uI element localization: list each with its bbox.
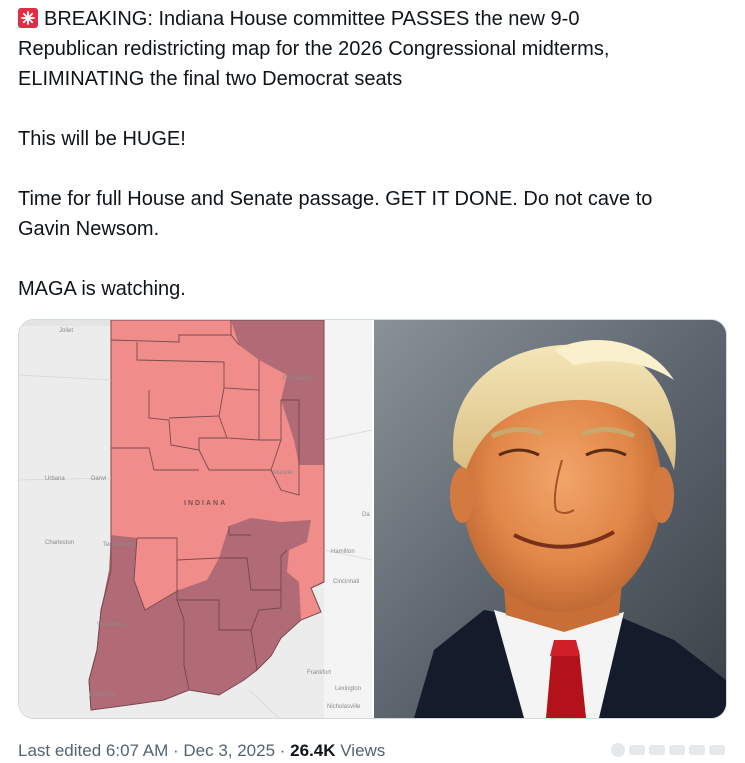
map-label-dayton: Da [362,512,370,518]
tweet-line-2: Republican redistricting map for the 202… [18,38,610,60]
last-edited-timestamp[interactable]: Last edited 6:07 AM · Dec 3, 2025 · [18,741,290,760]
blurred-watermark [611,738,739,762]
map-label-frankfort: Frankfort [307,670,332,676]
portrait-photo[interactable] [374,320,726,718]
tweet-line-1: BREAKING: Indiana House committee PASSES… [44,8,580,30]
tweet-paragraph-2: This will be HUGE! [18,128,186,150]
tweet-paragraph-4: MAGA is watching. [18,278,186,300]
map-label-urbana: Urbana [45,476,65,482]
district-map-graphic [19,320,373,718]
map-label-vincennes: Vincennes [97,622,125,628]
map-label-evansville: Evansville [89,692,117,698]
views-count: 26.4K [290,741,336,760]
map-label-cincinnati: Cincinnati [333,579,360,585]
map-label-charleston: Charleston [45,540,75,546]
map-label-hamilton: Hamilton [331,549,355,555]
portrait-graphic [374,320,726,718]
district-map-image[interactable]: Joliet Fort Wayne Urbana Danvi INDIANA C… [19,320,373,718]
tweet-line: BREAKING: Indiana House committee PASSES… [18,4,718,34]
siren-icon [18,7,38,28]
tweet-paragraph-3-line-1: Time for full House and Senate passage. … [18,188,653,210]
map-label-indiana: INDIANA [184,500,228,507]
views-label: Views [335,741,386,760]
map-label-muncie: Muncie [273,470,293,476]
map-label-fort-wayne: Fort Wayne [283,376,314,382]
map-label-joliet: Joliet [59,328,74,334]
tweet-paragraph-3-line-2: Gavin Newsom. [18,218,160,240]
map-label-terre-haute: Terre Haute [103,542,135,548]
map-label-lexington: Lexington [335,686,362,692]
tweet-text: BREAKING: Indiana House committee PASSES… [18,4,718,304]
map-label-nicholasville: Nicholasville [327,704,361,710]
tweet-line-3: ELIMINATING the final two Democrat seats [18,68,403,90]
map-label-danville: Danvi [91,476,107,482]
media-grid: Joliet Fort Wayne Urbana Danvi INDIANA C… [18,319,727,719]
